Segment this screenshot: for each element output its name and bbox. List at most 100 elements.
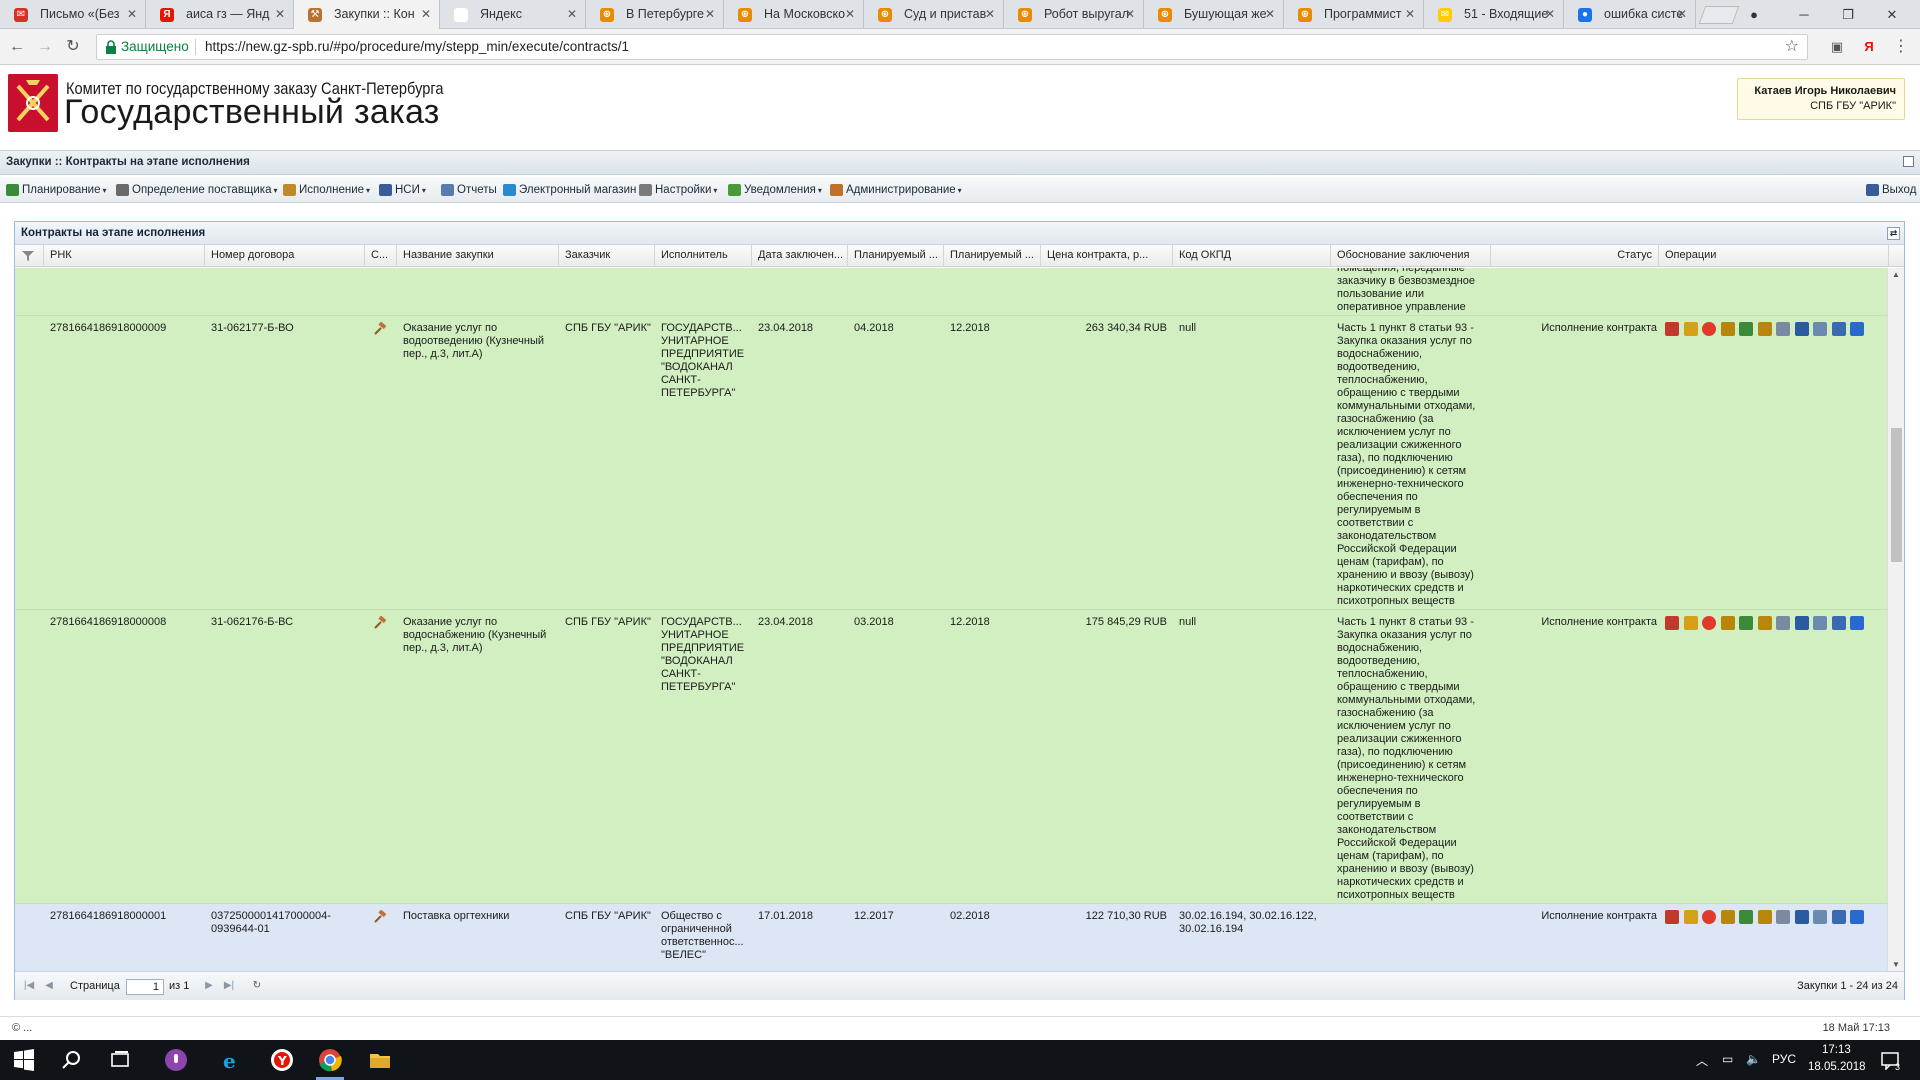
- volume-icon[interactable]: 🔈: [1746, 1052, 1761, 1066]
- operation-icon[interactable]: [1702, 322, 1716, 336]
- refresh-icon[interactable]: ↻: [251, 980, 263, 992]
- operation-icon[interactable]: [1683, 910, 1698, 924]
- browser-tab[interactable]: ⊕ Робот выругал ✕: [1004, 0, 1144, 29]
- internet-explorer-icon[interactable]: e: [220, 1048, 244, 1072]
- column-header[interactable]: Обоснование заключения: [1331, 245, 1491, 267]
- column-header[interactable]: РНК: [44, 245, 205, 267]
- column-header[interactable]: Дата заключен...: [752, 245, 848, 267]
- new-tab-button[interactable]: [1698, 6, 1740, 24]
- file-explorer-icon[interactable]: [368, 1048, 392, 1072]
- bookmark-star-icon[interactable]: ☆: [1785, 35, 1799, 59]
- tab-close-icon[interactable]: ✕: [705, 0, 715, 29]
- windows-start-icon[interactable]: [12, 1048, 36, 1072]
- browser-tab[interactable]: ⊕ Суд и пристав ✕: [864, 0, 1004, 29]
- operation-icon[interactable]: [1739, 910, 1753, 924]
- operation-icon[interactable]: [1776, 910, 1790, 924]
- yandex-browser-icon[interactable]: Y: [270, 1048, 294, 1072]
- operation-icon[interactable]: [1850, 616, 1864, 630]
- column-header[interactable]: С...: [365, 245, 397, 267]
- menu-item[interactable]: Настройки ▾: [638, 177, 717, 203]
- column-header[interactable]: Планируемый ...: [848, 245, 944, 267]
- operation-icon[interactable]: [1813, 322, 1827, 336]
- operation-icon[interactable]: [1702, 616, 1716, 630]
- url-text[interactable]: https://new.gz-spb.ru/#po/procedure/my/s…: [205, 35, 629, 59]
- operation-icon[interactable]: [1813, 616, 1827, 630]
- operation-icon[interactable]: [1720, 322, 1735, 336]
- column-header[interactable]: Название закупки: [397, 245, 559, 267]
- tab-close-icon[interactable]: ✕: [1265, 0, 1275, 29]
- operation-icon[interactable]: [1776, 616, 1790, 630]
- browser-tab[interactable]: ⊕ Программист ✕: [1284, 0, 1424, 29]
- operation-icon[interactable]: [1757, 322, 1772, 336]
- chrome-icon[interactable]: [318, 1048, 342, 1072]
- operation-icon[interactable]: [1850, 910, 1864, 924]
- browser-tab[interactable]: Яндекс ✕: [440, 0, 586, 29]
- operation-icon[interactable]: [1720, 616, 1735, 630]
- browser-tab[interactable]: ● ошибка систе ✕: [1564, 0, 1696, 29]
- tray-time[interactable]: 17:13: [1822, 1044, 1851, 1056]
- browser-tab[interactable]: ⚒ Закупки :: Кон ✕: [294, 0, 440, 29]
- operation-icon[interactable]: [1813, 910, 1827, 924]
- minimize-icon[interactable]: ─: [1782, 0, 1826, 29]
- maximize-icon[interactable]: ❐: [1826, 0, 1870, 29]
- table-row[interactable]: 2781664186918000001 0372500001417000004-0…: [15, 904, 1889, 971]
- tab-close-icon[interactable]: ✕: [1125, 0, 1135, 29]
- prev-page-icon[interactable]: ◀: [43, 980, 55, 992]
- language-indicator[interactable]: РУС: [1772, 1052, 1796, 1066]
- chrome-menu-icon[interactable]: ⋮: [1890, 36, 1912, 58]
- forward-icon[interactable]: →: [34, 36, 56, 58]
- menu-item[interactable]: Электронный магазин: [502, 177, 636, 203]
- table-row[interactable]: 2781664186918000009 31-062177-Б-ВО Оказани…: [15, 316, 1889, 610]
- tray-date[interactable]: 18.05.2018: [1808, 1061, 1866, 1073]
- column-header[interactable]: Заказчик: [559, 245, 655, 267]
- first-page-icon[interactable]: |◀: [23, 980, 35, 992]
- tab-close-icon[interactable]: ✕: [1405, 0, 1415, 29]
- operation-icon[interactable]: [1683, 322, 1698, 336]
- column-header[interactable]: Номер договора: [205, 245, 365, 267]
- reload-icon[interactable]: ↻: [62, 36, 84, 58]
- browser-tab[interactable]: Яаиса гз — Янд ✕: [146, 0, 294, 29]
- last-page-icon[interactable]: ▶|: [223, 980, 235, 992]
- back-icon[interactable]: ←: [6, 36, 28, 58]
- page-number-input[interactable]: 1: [126, 979, 164, 995]
- tab-close-icon[interactable]: ✕: [985, 0, 995, 29]
- column-header[interactable]: Операции: [1659, 245, 1889, 267]
- column-header[interactable]: Код ОКПД: [1173, 245, 1331, 267]
- operation-icon[interactable]: [1665, 322, 1679, 336]
- browser-tab[interactable]: ✉ Письмо «(Без ✕: [0, 0, 146, 29]
- menu-item[interactable]: Планирование ▾: [5, 177, 107, 203]
- table-row-partial[interactable]: помещения, переданные заказчику в безвоз…: [15, 268, 1889, 316]
- next-page-icon[interactable]: ▶: [203, 980, 215, 992]
- scroll-thumb[interactable]: [1891, 428, 1902, 562]
- operation-icon[interactable]: [1757, 910, 1772, 924]
- task-view-icon[interactable]: [108, 1048, 132, 1072]
- menu-item[interactable]: Уведомления ▾: [727, 177, 822, 203]
- collapse-icon[interactable]: [1903, 156, 1914, 167]
- extension-icon[interactable]: ▣: [1826, 36, 1848, 58]
- tab-close-icon[interactable]: ✕: [1545, 0, 1555, 29]
- tab-close-icon[interactable]: ✕: [127, 0, 137, 29]
- vertical-scrollbar[interactable]: ▲ ▼: [1887, 268, 1904, 971]
- user-profile-icon[interactable]: ●: [1732, 0, 1776, 29]
- table-row[interactable]: 2781664186918000008 31-062176-Б-ВС Оказани…: [15, 610, 1889, 904]
- operation-icon[interactable]: [1665, 616, 1679, 630]
- operation-icon[interactable]: [1739, 616, 1753, 630]
- user-info[interactable]: Катаев Игорь Николаевич СПБ ГБУ "АРИК": [1737, 78, 1905, 120]
- omnibox[interactable]: Защищено https://new.gz-spb.ru/#po/proce…: [96, 34, 1808, 60]
- operation-icon[interactable]: [1794, 322, 1809, 336]
- operation-icon[interactable]: [1831, 322, 1846, 336]
- operation-icon[interactable]: [1757, 616, 1772, 630]
- operation-icon[interactable]: [1739, 322, 1753, 336]
- operation-icon[interactable]: [1831, 910, 1846, 924]
- operation-icon[interactable]: [1683, 616, 1698, 630]
- tab-close-icon[interactable]: ✕: [1677, 0, 1687, 29]
- tab-close-icon[interactable]: ✕: [421, 0, 431, 29]
- operation-icon[interactable]: [1794, 910, 1809, 924]
- close-window-icon[interactable]: ✕: [1870, 0, 1914, 29]
- yandex-extension-icon[interactable]: Я: [1858, 36, 1880, 58]
- operation-icon[interactable]: [1665, 910, 1679, 924]
- column-header[interactable]: Статус: [1491, 245, 1659, 267]
- network-icon[interactable]: ▭: [1722, 1052, 1733, 1066]
- menu-item[interactable]: НСИ ▾: [378, 177, 426, 203]
- browser-tab[interactable]: ⊕ На Московско ✕: [724, 0, 864, 29]
